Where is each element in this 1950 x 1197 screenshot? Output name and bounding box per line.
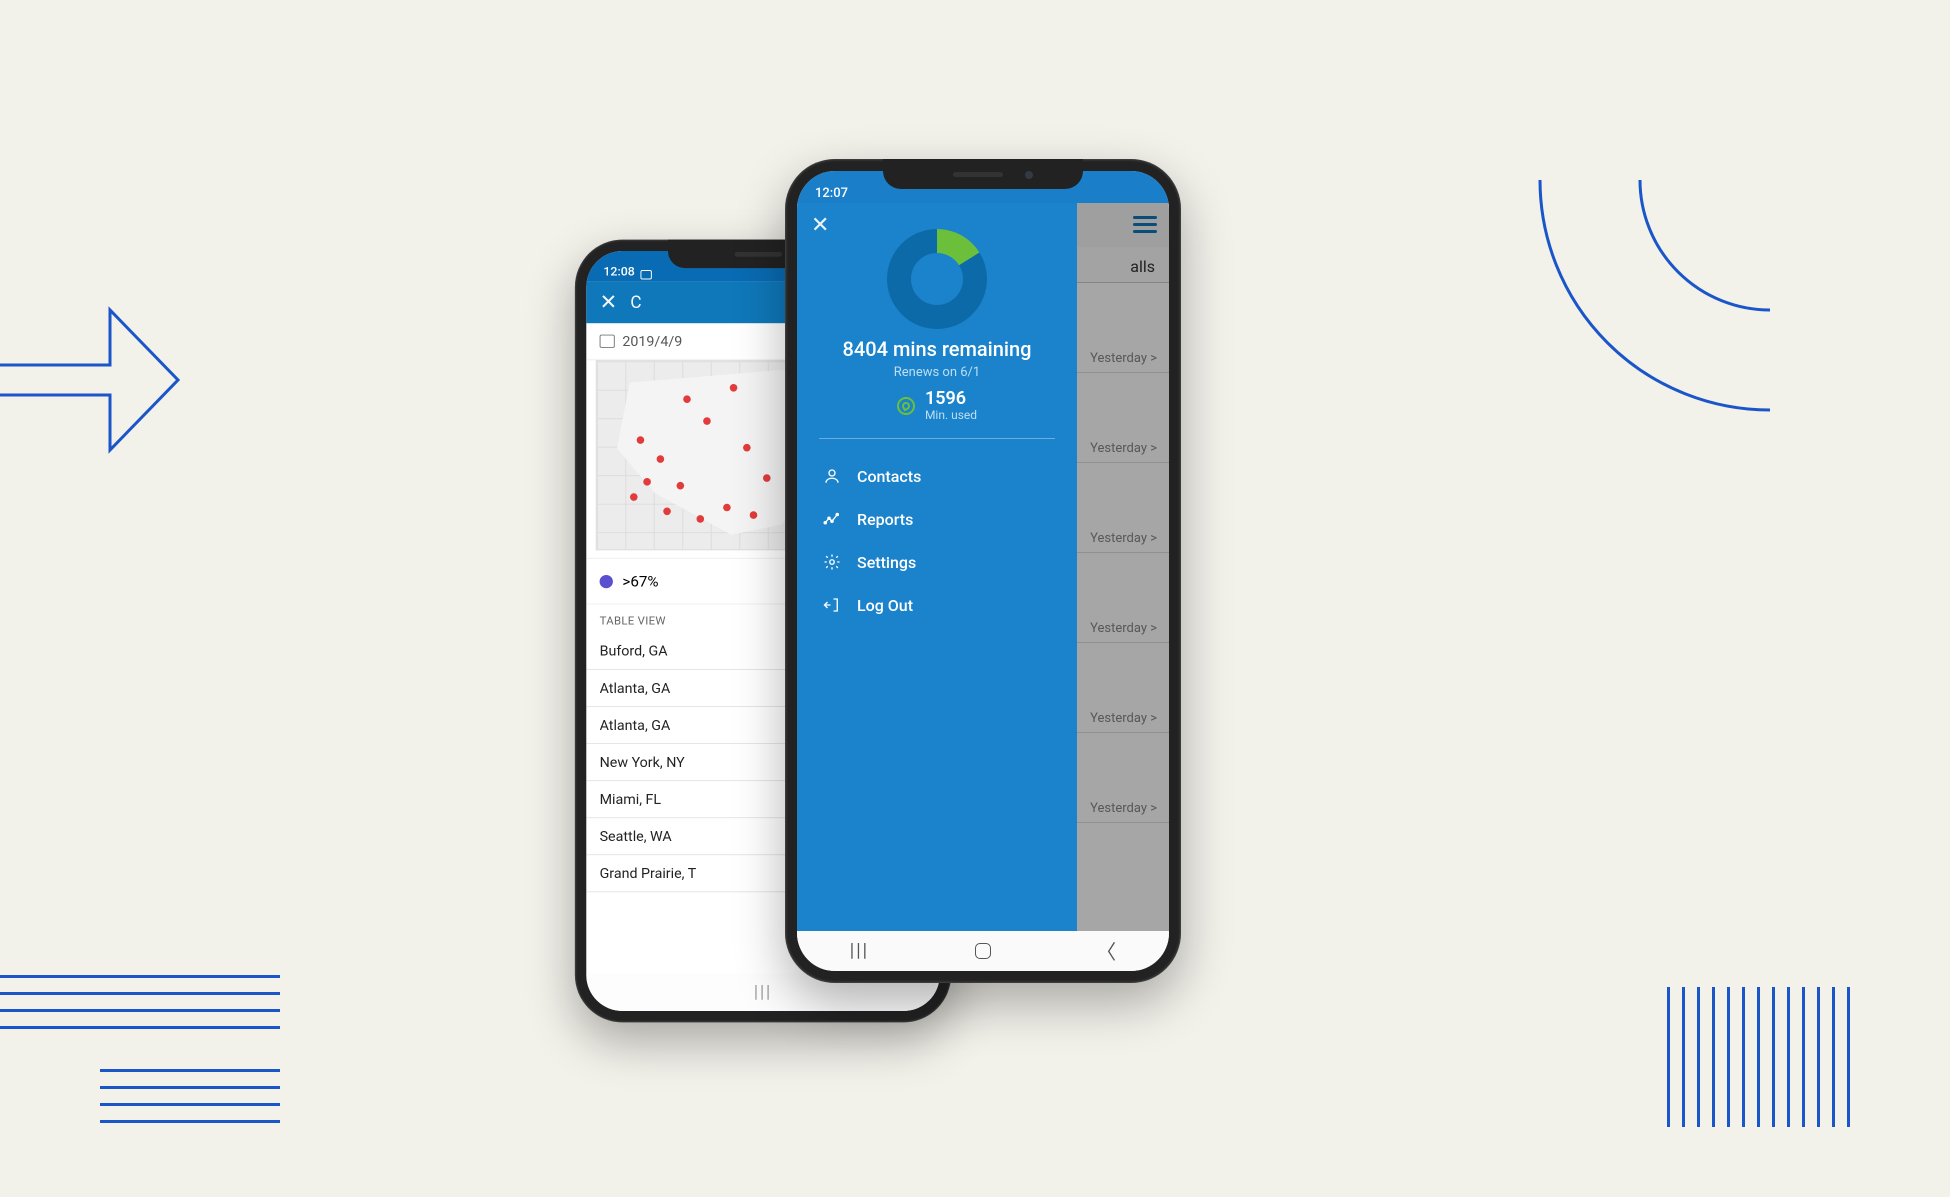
menu-item-contacts[interactable]: Contacts xyxy=(797,455,1077,498)
legend-value: >67% xyxy=(622,572,658,590)
minutes-used-value: 1596 xyxy=(925,390,977,408)
decorative-lines-left xyxy=(0,975,280,1137)
person-icon xyxy=(823,467,841,485)
menu-item-settings[interactable]: Settings xyxy=(797,541,1077,584)
phone-drawer: 12:07 alls Yesterday > Yesterday > Yeste… xyxy=(785,159,1181,983)
minutes-used-row: 1596 Min. used xyxy=(797,390,1077,422)
status-time: 12:08 xyxy=(603,265,634,279)
decorative-lines-right xyxy=(1667,987,1850,1127)
usage-donut-chart xyxy=(887,229,987,329)
android-navbar: ||| 〈 xyxy=(797,931,1169,971)
nav-recent-icon[interactable]: ||| xyxy=(754,982,772,1002)
menu-label: Log Out xyxy=(857,596,913,615)
side-drawer: ✕ 8404 mins remaining Renews on 6/1 1596… xyxy=(797,203,1077,931)
screenshot-icon xyxy=(640,270,651,280)
menu-label: Contacts xyxy=(857,467,921,486)
chart-icon xyxy=(823,510,841,528)
status-time: 12:07 xyxy=(815,186,848,201)
minutes-used-label: Min. used xyxy=(925,408,977,422)
legend-bullet-icon xyxy=(600,574,613,587)
menu-item-logout[interactable]: Log Out xyxy=(797,584,1077,627)
close-icon[interactable]: ✕ xyxy=(600,290,618,314)
logout-icon xyxy=(823,596,841,614)
menu-label: Settings xyxy=(857,553,916,572)
nav-recent-icon[interactable]: ||| xyxy=(850,940,869,961)
gear-icon xyxy=(823,553,841,571)
date-value: 2019/4/9 xyxy=(622,332,682,349)
renewal-date: Renews on 6/1 xyxy=(797,365,1077,380)
menu-item-reports[interactable]: Reports xyxy=(797,498,1077,541)
page-title: C xyxy=(630,292,641,312)
nav-home-icon[interactable] xyxy=(975,943,991,959)
minutes-remaining: 8404 mins remaining xyxy=(797,337,1077,361)
decorative-arc-icon xyxy=(1510,0,1950,440)
nav-back-icon[interactable]: 〈 xyxy=(1096,936,1116,965)
decorative-arrow-icon xyxy=(0,280,180,480)
close-icon[interactable]: ✕ xyxy=(811,213,829,238)
menu-label: Reports xyxy=(857,510,913,529)
phone-notch xyxy=(883,159,1083,189)
calendar-icon xyxy=(600,334,615,347)
divider xyxy=(819,438,1055,439)
phone-icon xyxy=(897,397,915,415)
